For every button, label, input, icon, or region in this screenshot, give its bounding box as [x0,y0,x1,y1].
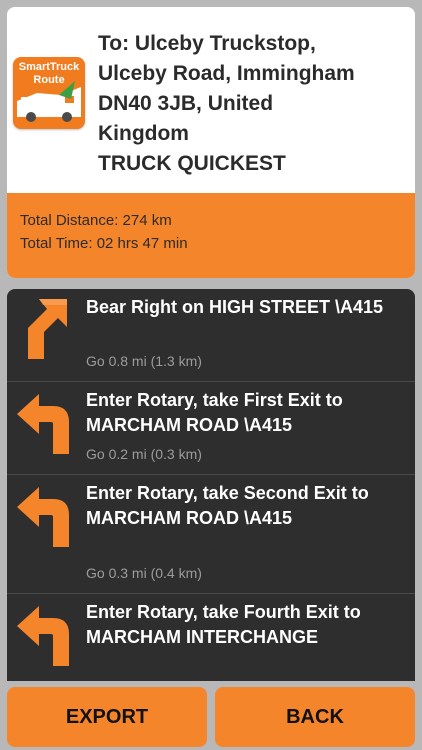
route-header-card: SmartTruck Route To: Ulceby Truckstop, U… [7,7,415,278]
destination-line: Ulceby Road, Immingham [98,62,355,85]
direction-instruction: Enter Rotary, take Second Exit to MARCHA… [86,483,369,528]
direction-row[interactable]: Enter Rotary, take Second Exit to MARCHA… [7,475,415,594]
turn-left-arrow-icon [17,487,69,547]
logo-text-line2: Route [33,74,65,86]
direction-instruction: Enter Rotary, take First Exit to MARCHAM… [86,390,343,435]
destination-line: To: Ulceby Truckstop, [98,32,316,55]
bear-right-arrow-icon [28,299,67,359]
direction-distance: Go 0.3 mi (0.4 km) [86,565,202,581]
back-button[interactable]: BACK [215,687,415,747]
total-distance: Total Distance: 274 km [20,212,172,229]
destination-line: DN40 3JB, United [98,92,274,115]
directions-list[interactable]: Bear Right on HIGH STREET \A415 Go 0.8 m… [7,289,415,681]
direction-instruction: Bear Right on HIGH STREET \A415 [86,297,384,317]
direction-row[interactable]: Enter Rotary, take First Exit to MARCHAM… [7,382,415,475]
smarttruck-logo: SmartTruck Route [13,57,85,129]
export-button[interactable]: EXPORT [7,687,207,747]
turn-left-arrow-icon [17,606,69,666]
direction-row[interactable]: Bear Right on HIGH STREET \A415 Go 0.8 m… [7,289,415,382]
route-summary: Total Distance: 274 km Total Time: 02 hr… [7,193,415,278]
direction-distance: Go 0.8 mi (1.3 km) [86,353,202,369]
logo-text-line1: SmartTruck [18,61,80,73]
destination-line: Kingdom [98,122,189,145]
direction-distance: Go 0.2 mi (0.3 km) [86,446,202,462]
turn-left-arrow-icon [17,394,69,454]
direction-row[interactable]: Enter Rotary, take Fourth Exit to MARCHA… [7,594,415,681]
route-mode: TRUCK QUICKEST [98,152,286,175]
direction-instruction: Enter Rotary, take Fourth Exit to MARCHA… [86,602,361,647]
destination-text: To: Ulceby Truckstop, Ulceby Road, Immin… [98,29,410,179]
destination-panel: SmartTruck Route To: Ulceby Truckstop, U… [7,7,415,193]
total-time: Total Time: 02 hrs 47 min [20,235,188,252]
